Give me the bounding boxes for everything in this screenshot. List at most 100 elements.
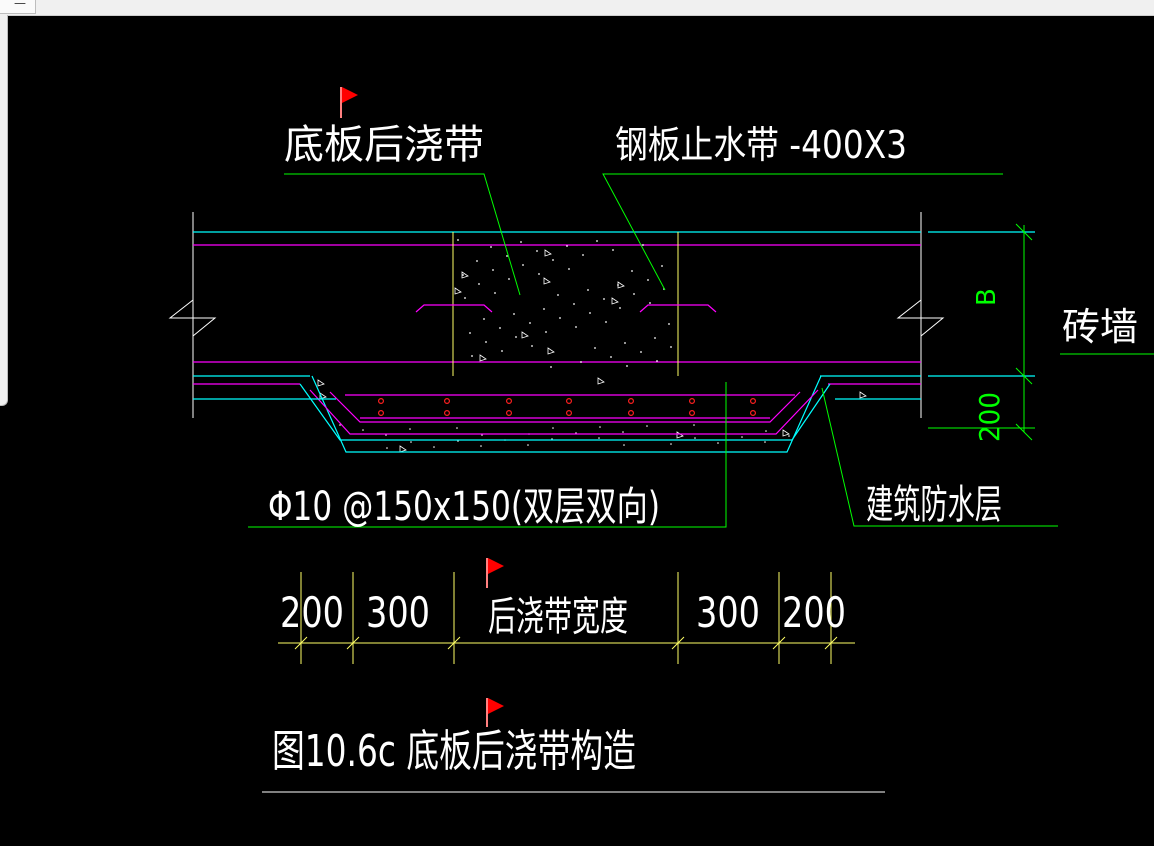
- aggregate-dot: [582, 254, 584, 256]
- aggregate-mark: [543, 277, 551, 285]
- aggregate-dot: [764, 441, 766, 443]
- aggregate-dot: [694, 437, 696, 439]
- aggregate-dot: [568, 268, 570, 270]
- aggregate-dot: [603, 298, 605, 300]
- aggregate-dot: [362, 429, 364, 431]
- aggregate-dot: [492, 269, 494, 271]
- cad-drawing-canvas[interactable]: 底板后浇带 钢板止水带 -400X3 B 砖墙 200 Φ10 @150x150…: [0, 0, 1154, 846]
- slab-surface-lines: [193, 231, 1035, 400]
- aggregate-dot: [622, 431, 624, 433]
- aggregate-mark: [454, 287, 462, 295]
- aggregate-dot: [409, 428, 411, 430]
- aggregate-dot: [483, 318, 485, 320]
- aggregate-dot: [476, 260, 478, 262]
- aggregate-mark: [597, 377, 605, 385]
- aggregate-dot: [670, 346, 672, 348]
- aggregate-dot: [640, 351, 642, 353]
- aggregate-dot: [693, 424, 695, 426]
- dim-segment-1: 200: [280, 588, 344, 637]
- post-pour-strip: [452, 232, 679, 376]
- aggregate-dot: [386, 447, 388, 449]
- aggregate-dot: [765, 430, 767, 432]
- concrete-aggregate-marks: [317, 239, 867, 453]
- aggregate-dot: [788, 435, 790, 437]
- leader-lines: [248, 173, 1154, 528]
- aggregate-dot: [642, 244, 644, 246]
- label-rebar-spec: Φ10 @150x150(双层双向): [268, 484, 660, 530]
- flag-icon[interactable]: [340, 87, 358, 118]
- aggregate-dot: [469, 332, 471, 334]
- aggregate-dot: [647, 279, 649, 281]
- aggregate-dot: [598, 437, 600, 439]
- aggregate-dot: [646, 425, 648, 427]
- aggregate-dot: [522, 264, 524, 266]
- label-brick-wall: 砖墙: [1062, 305, 1138, 349]
- aggregate-mark: [617, 281, 625, 289]
- aggregate-dot: [580, 361, 582, 363]
- aggregate-dot: [527, 444, 529, 446]
- aggregate-mark: [399, 445, 407, 453]
- label-slab-post-pour-strip: 底板后浇带: [284, 122, 484, 168]
- aggregate-dot: [623, 444, 625, 446]
- aggregate-dot: [575, 326, 577, 328]
- aggregate-dot: [499, 327, 501, 329]
- aggregate-dot: [471, 355, 473, 357]
- aggregate-dot: [513, 313, 515, 315]
- figure-caption: 图10.6c 底板后浇带构造: [272, 726, 636, 777]
- label-dim-200: 200: [973, 392, 1006, 442]
- aggregate-dot: [480, 445, 482, 447]
- aggregate-mark: [521, 331, 529, 339]
- flag-icon[interactable]: [486, 698, 504, 727]
- aggregate-dot: [589, 312, 591, 314]
- aggregate-dot: [529, 322, 531, 324]
- aggregate-dot: [478, 283, 480, 285]
- aggregate-dot: [559, 317, 561, 319]
- aggregate-dot: [550, 366, 552, 368]
- aggregate-dot: [717, 442, 719, 444]
- aggregate-dot: [587, 289, 589, 291]
- rebar-cross-sections: [378, 398, 756, 417]
- aggregate-dot: [545, 331, 547, 333]
- rebar-dot: [749, 410, 756, 417]
- aggregate-dot: [605, 321, 607, 323]
- aggregate-dot: [485, 341, 487, 343]
- aggregate-dot: [626, 365, 628, 367]
- dim-segment-5: 200: [782, 588, 846, 637]
- rebar-dot: [627, 410, 634, 417]
- aggregate-dot: [594, 347, 596, 349]
- aggregate-mark: [859, 391, 867, 399]
- rebar-dot: [506, 398, 513, 405]
- aggregate-dot: [464, 297, 466, 299]
- rebar-dot: [749, 398, 756, 405]
- aggregate-dot: [506, 255, 508, 257]
- aggregate-dot: [543, 308, 545, 310]
- slab-outline: [168, 212, 945, 418]
- aggregate-mark: [317, 379, 325, 387]
- aggregate-dot: [520, 241, 522, 243]
- aggregate-dot: [670, 443, 672, 445]
- aggregate-dot: [649, 302, 651, 304]
- aggregate-dot: [457, 239, 459, 241]
- aggregate-dot: [596, 240, 598, 242]
- dim-segment-3: 后浇带宽度: [488, 594, 628, 640]
- aggregate-mark: [547, 347, 555, 355]
- rebar-dot: [688, 410, 695, 417]
- aggregate-dot: [741, 436, 743, 438]
- rebar-dot: [506, 410, 513, 417]
- aggregate-dot: [624, 342, 626, 344]
- rebar-dot: [378, 398, 385, 405]
- aggregate-dot: [610, 356, 612, 358]
- aggregate-dot: [552, 259, 554, 261]
- aggregate-dot: [410, 441, 412, 443]
- aggregate-dot: [515, 336, 517, 338]
- aggregate-dot: [508, 278, 510, 280]
- aggregate-dot: [531, 345, 533, 347]
- aggregate-dot: [656, 360, 658, 362]
- aggregate-dot: [536, 250, 538, 252]
- aggregate-dot: [573, 303, 575, 305]
- rebar-dot: [627, 398, 634, 405]
- flag-icon[interactable]: [486, 558, 504, 588]
- label-dim-b: B: [972, 288, 1002, 306]
- rebar-dot: [444, 410, 451, 417]
- aggregate-dot: [462, 274, 464, 276]
